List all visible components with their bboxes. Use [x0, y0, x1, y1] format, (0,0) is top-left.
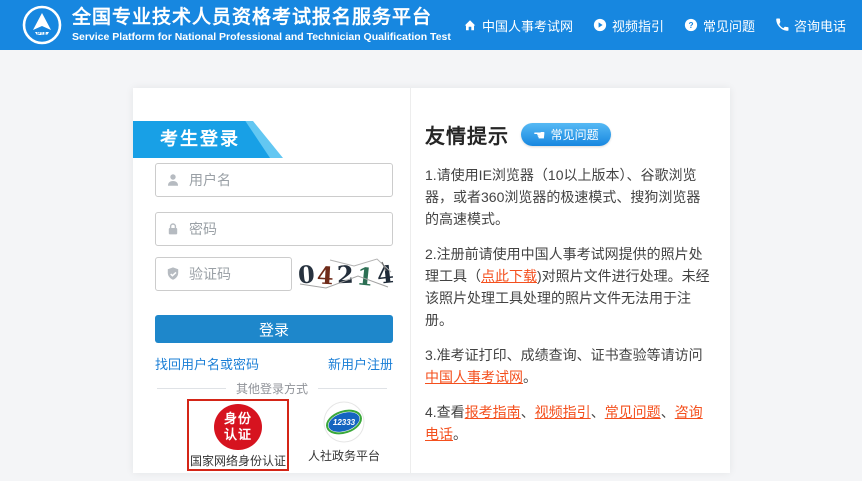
page: PTA 全国专业技术人员资格考试报名服务平台 Service Platform … [0, 0, 862, 481]
login-links-row: 找回用户名或密码 新用户注册 [155, 354, 393, 373]
pointing-hand-icon: ☚ [533, 128, 546, 142]
tips-list: 1.请使用IE浏览器（10以上版本）、谷歌浏览器，或者360浏览器的极速模式、搜… [425, 164, 712, 445]
video-guide-link[interactable]: 视频指引 [535, 404, 591, 420]
id-auth-label: 国家网络身份认证 [190, 452, 286, 469]
other-login-divider: 其他登录方式 [157, 380, 387, 397]
tip-text: 、 [661, 404, 675, 420]
gov-platform-label: 人社政务平台 [308, 447, 380, 464]
svg-text:PTA: PTA [37, 32, 47, 38]
question-circle-icon: ? [684, 18, 698, 32]
download-photo-tool-link[interactable]: 点此下载 [481, 268, 537, 284]
tips-panel: 友情提示 ☚ 常见问题 1.请使用IE浏览器（10以上版本）、谷歌浏览器，或者3… [411, 88, 730, 473]
nav-item-hotline[interactable]: 咨询电话 [775, 16, 846, 35]
exam-guide-link[interactable]: 报考指南 [465, 404, 521, 420]
home-icon [463, 18, 477, 32]
captcha-input[interactable] [189, 266, 282, 282]
tip-text: 3.准考证打印、成绩查询、证书查验等请访问 [425, 347, 703, 363]
phone-icon [775, 18, 789, 32]
tips-header: 友情提示 ☚ 常见问题 [425, 120, 712, 149]
nav-item-label: 中国人事考试网 [482, 16, 573, 35]
tip-text: 、 [521, 404, 535, 420]
candidate-login-banner: 考生登录 [133, 121, 288, 158]
tip-item-3: 3.准考证打印、成绩查询、证书查验等请访问中国人事考试网。 [425, 344, 712, 388]
page-title: 全国专业技术人员资格考试报名服务平台 [72, 7, 451, 29]
username-input[interactable] [189, 172, 383, 188]
tip-item-1: 1.请使用IE浏览器（10以上版本）、谷歌浏览器，或者360浏览器的极速模式、搜… [425, 164, 712, 230]
gov-platform-option[interactable]: 12333 人社政务平台 [299, 401, 389, 464]
lock-icon [165, 221, 181, 237]
captcha-image[interactable]: 0 4 2 1 4 [298, 257, 393, 291]
tip-text: 。 [523, 369, 537, 385]
gov-12333-logo-icon: 12333 [323, 401, 365, 443]
password-input[interactable] [189, 221, 383, 237]
nav-item-faq[interactable]: ? 常见问题 [684, 16, 755, 35]
identity-auth-badge-icon: 身份 认证 [214, 404, 262, 450]
forgot-credentials-link[interactable]: 找回用户名或密码 [155, 354, 259, 373]
badge-text-line1: 身份 [224, 411, 252, 427]
divider-line [318, 388, 387, 389]
nav-item-cpta-site[interactable]: 中国人事考试网 [463, 16, 573, 35]
shield-check-icon [165, 266, 181, 282]
nav-item-label: 咨询电话 [794, 16, 846, 35]
header: PTA 全国专业技术人员资格考试报名服务平台 Service Platform … [0, 0, 862, 50]
username-field[interactable] [155, 163, 393, 197]
tip-text: 。 [453, 426, 467, 442]
svg-text:?: ? [688, 20, 693, 30]
header-branding: PTA 全国专业技术人员资格考试报名服务平台 Service Platform … [22, 5, 451, 45]
password-field[interactable] [155, 212, 393, 246]
captcha-noise-lines [298, 257, 393, 291]
tip-item-2: 2.注册前请使用中国人事考试网提供的照片处理工具（点此下载)对照片文件进行处理。… [425, 243, 712, 331]
tip-text: 、 [591, 404, 605, 420]
svg-text:12333: 12333 [333, 418, 356, 427]
nav-item-label: 常见问题 [703, 16, 755, 35]
tip-item-4: 4.查看报考指南、视频指引、常见问题、咨询电话。 [425, 401, 712, 445]
site-logo-icon: PTA [22, 5, 62, 45]
user-icon [165, 172, 181, 188]
national-id-auth-option[interactable]: 身份 认证 国家网络身份认证 [187, 399, 289, 471]
login-button[interactable]: 登录 [155, 315, 393, 343]
captcha-field[interactable] [155, 257, 292, 291]
faq-link[interactable]: 常见问题 [605, 404, 661, 420]
nav-item-video-guide[interactable]: 视频指引 [593, 16, 664, 35]
tip-text: 1.请使用IE浏览器（10以上版本）、谷歌浏览器，或者360浏览器的极速模式、搜… [425, 167, 700, 227]
register-link[interactable]: 新用户注册 [328, 354, 393, 373]
divider-line [157, 388, 226, 389]
nav-item-label: 视频指引 [612, 16, 664, 35]
other-login-label: 其他登录方式 [236, 380, 308, 397]
tips-title: 友情提示 [425, 120, 509, 149]
tip-text: 4.查看 [425, 404, 465, 420]
play-circle-icon [593, 18, 607, 32]
cpta-site-link[interactable]: 中国人事考试网 [425, 369, 523, 385]
header-nav: 中国人事考试网 视频指引 ? 常见问题 咨询电话 [463, 16, 846, 35]
page-subtitle: Service Platform for National Profession… [72, 31, 451, 43]
login-card: 考生登录 0 4 2 1 4 [133, 88, 730, 473]
badge-text-line2: 认证 [224, 427, 252, 443]
faq-button-label: 常见问题 [551, 126, 599, 143]
faq-button[interactable]: ☚ 常见问题 [521, 123, 611, 146]
title-block: 全国专业技术人员资格考试报名服务平台 Service Platform for … [72, 7, 451, 43]
